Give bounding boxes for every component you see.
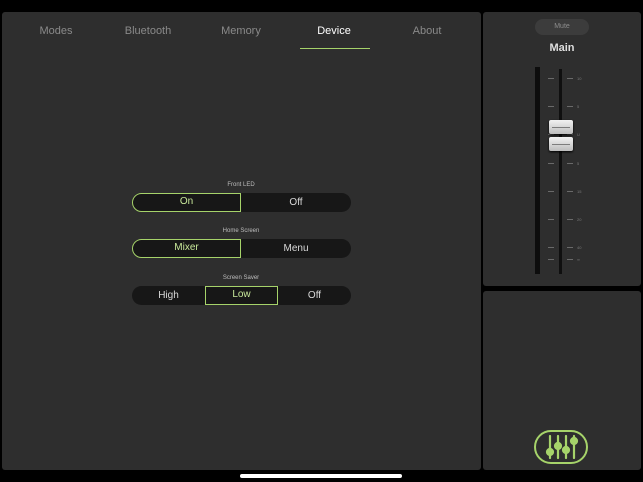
scale-tick <box>548 163 554 164</box>
channel-title: Main <box>549 42 575 54</box>
scale-tick <box>567 259 573 260</box>
scale-tick <box>548 259 554 260</box>
screen-saver-control: High Low Off <box>132 286 351 305</box>
tab-memory[interactable]: Memory <box>201 24 281 38</box>
scale-label: 10 <box>577 76 582 81</box>
home-screen-control: Mixer Menu <box>132 239 351 258</box>
scale-tick <box>567 134 573 135</box>
scale-tick <box>567 219 573 220</box>
front-led-control: On Off <box>132 193 351 212</box>
tab-device[interactable]: Device <box>294 24 374 38</box>
scale-tick <box>548 106 554 107</box>
fader-handle-lower[interactable] <box>549 137 573 151</box>
screen-saver-label: Screen Saver <box>222 275 260 281</box>
main-channel-strip: Mute Main 10 5 U 5 15 20 40 ∞ <box>483 12 641 286</box>
scale-label: 15 <box>577 189 582 194</box>
mixer-sliders-icon <box>545 434 579 460</box>
front-led-on-button[interactable]: On <box>132 193 241 212</box>
screen-saver-off-button[interactable]: Off <box>278 286 351 305</box>
scale-tick <box>567 106 573 107</box>
scale-label: 5 <box>577 104 580 109</box>
top-tab-bar: Modes Bluetooth Memory Device About <box>2 12 481 49</box>
scale-tick <box>548 247 554 248</box>
tab-bluetooth[interactable]: Bluetooth <box>108 24 188 38</box>
screen-saver-low-button[interactable]: Low <box>205 286 278 305</box>
scale-label: 5 <box>577 161 580 166</box>
scale-tick <box>548 134 554 135</box>
fader-track[interactable] <box>559 69 562 274</box>
scale-tick <box>548 219 554 220</box>
fader-handle-upper[interactable] <box>549 120 573 134</box>
front-led-label: Front LED <box>227 182 255 188</box>
home-screen-label: Home Screen <box>222 228 260 234</box>
scale-label: ∞ <box>577 257 580 262</box>
scale-tick <box>548 191 554 192</box>
mixer-shortcut-panel <box>483 291 641 470</box>
level-meter <box>535 67 540 274</box>
mute-button[interactable]: Mute <box>535 19 589 35</box>
home-screen-mixer-button[interactable]: Mixer <box>132 239 241 258</box>
device-settings-panel: Modes Bluetooth Memory Device About Fron… <box>2 12 481 470</box>
scale-tick <box>567 191 573 192</box>
tab-about[interactable]: About <box>387 24 467 38</box>
scale-tick <box>548 78 554 79</box>
scale-tick <box>567 78 573 79</box>
front-led-off-button[interactable]: Off <box>241 193 351 212</box>
tab-modes[interactable]: Modes <box>16 24 96 38</box>
screen-saver-high-button[interactable]: High <box>132 286 205 305</box>
scale-label: U <box>577 132 580 137</box>
mixer-button[interactable] <box>534 430 588 464</box>
home-screen-menu-button[interactable]: Menu <box>241 239 351 258</box>
scale-tick <box>567 247 573 248</box>
scale-label: 40 <box>577 245 582 250</box>
scale-label: 20 <box>577 217 582 222</box>
home-indicator[interactable] <box>240 474 402 478</box>
active-tab-indicator <box>300 48 370 49</box>
scale-tick <box>567 163 573 164</box>
